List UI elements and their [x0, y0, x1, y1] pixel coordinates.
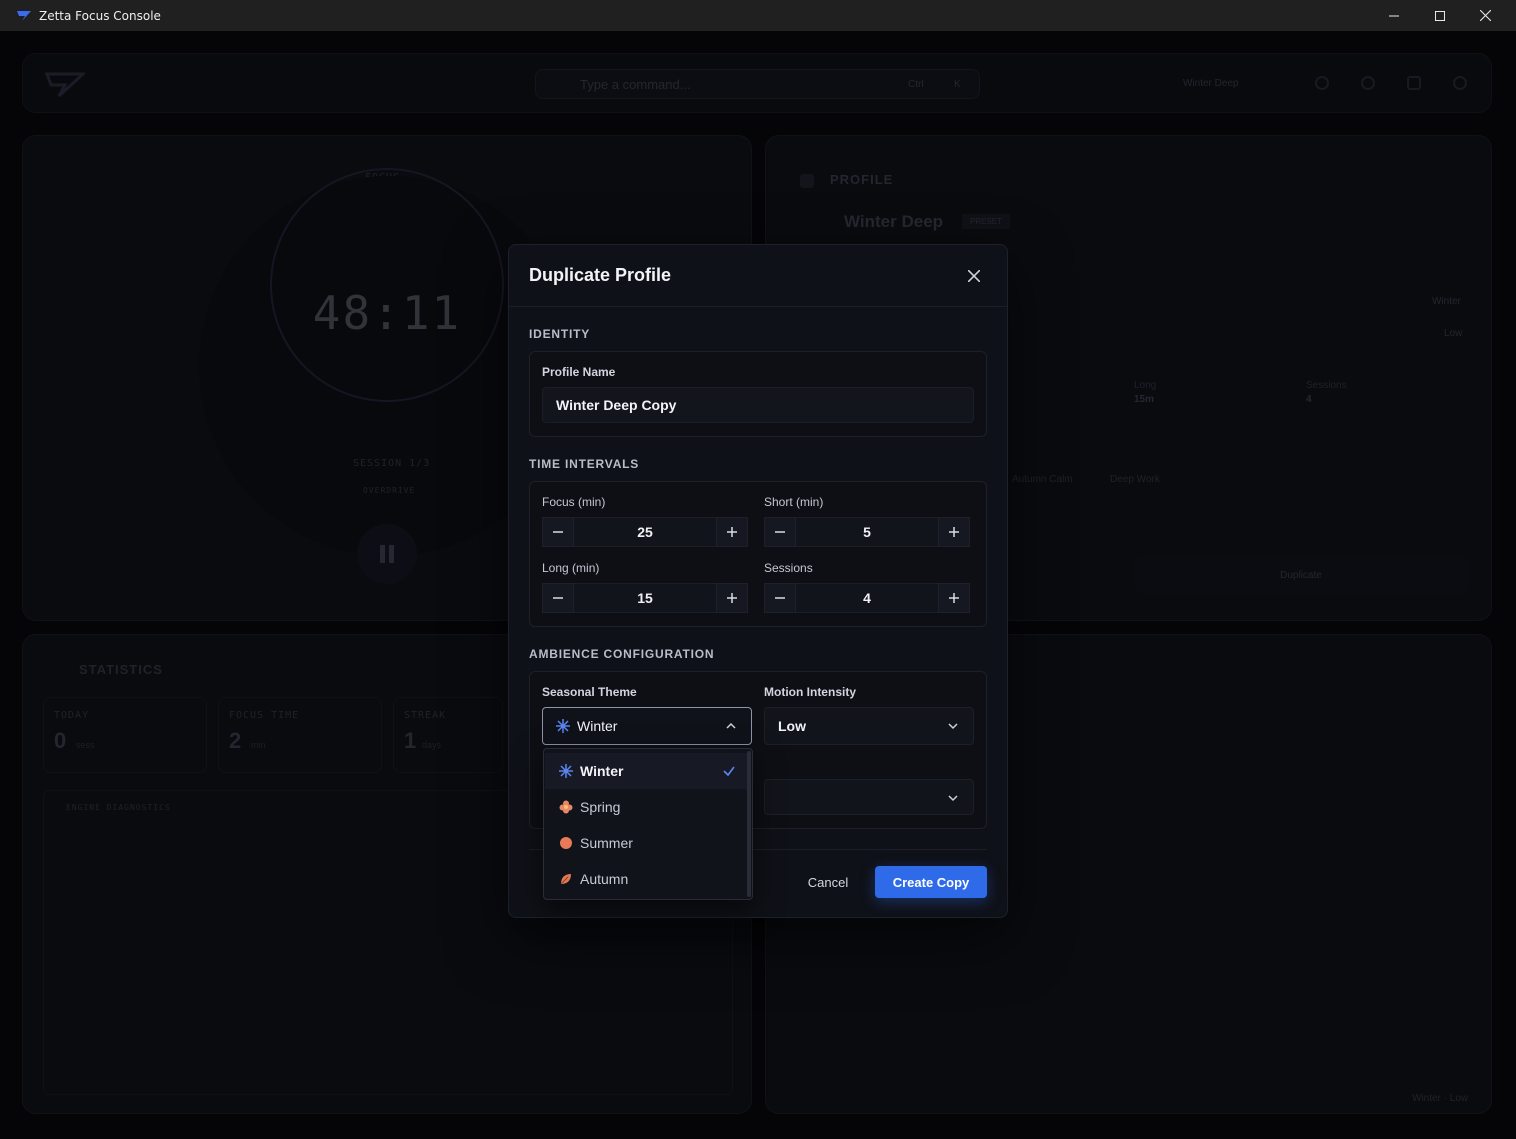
- theme-option-autumn[interactable]: Autumn: [545, 861, 747, 897]
- snowflake-icon: [559, 764, 573, 778]
- focus-stepper: 25: [542, 517, 748, 547]
- maximize-icon: [1435, 10, 1445, 21]
- long-increment-button[interactable]: [716, 583, 748, 613]
- theme-option-autumn-label: Autumn: [580, 871, 629, 887]
- chevron-down-icon: [948, 723, 958, 730]
- seasonal-theme-value: Winter: [577, 718, 618, 734]
- profile-name-input[interactable]: Winter Deep Copy: [542, 387, 974, 423]
- seasonal-theme-dropdown: Winter Spring Summer Autumn: [543, 748, 753, 900]
- theme-option-summer-label: Summer: [580, 835, 633, 851]
- motion-intensity-value: Low: [778, 718, 806, 734]
- close-icon: [1479, 10, 1491, 21]
- long-decrement-button[interactable]: [542, 583, 574, 613]
- focus-label: Focus (min): [542, 495, 606, 509]
- sessions-stepper: 4: [764, 583, 970, 613]
- minimize-button[interactable]: [1371, 0, 1417, 31]
- maximize-button[interactable]: [1417, 0, 1463, 31]
- motion-intensity-label: Motion Intensity: [764, 685, 856, 699]
- chevron-up-icon: [726, 722, 736, 729]
- sessions-label: Sessions: [764, 561, 813, 575]
- short-value[interactable]: 5: [796, 517, 938, 547]
- seasonal-theme-label: Seasonal Theme: [542, 685, 637, 699]
- close-icon: [968, 270, 980, 282]
- check-icon: [723, 766, 735, 777]
- theme-option-spring-label: Spring: [580, 799, 621, 815]
- plus-icon: [727, 593, 737, 603]
- sessions-decrement-button[interactable]: [764, 583, 796, 613]
- identity-section-label: IDENTITY: [529, 327, 591, 341]
- plus-icon: [727, 527, 737, 537]
- theme-option-winter-label: Winter: [580, 763, 624, 779]
- minus-icon: [553, 597, 563, 599]
- long-value[interactable]: 15: [574, 583, 716, 613]
- theme-option-summer[interactable]: Summer: [545, 825, 747, 861]
- short-decrement-button[interactable]: [764, 517, 796, 547]
- sessions-increment-button[interactable]: [938, 583, 970, 613]
- close-window-button[interactable]: [1462, 0, 1508, 31]
- focus-decrement-button[interactable]: [542, 517, 574, 547]
- cancel-button[interactable]: Cancel: [795, 866, 861, 898]
- dropdown-scrollbar[interactable]: [747, 751, 751, 897]
- minimize-icon: [1389, 15, 1399, 16]
- create-copy-button[interactable]: Create Copy: [875, 866, 987, 898]
- window-title: Zetta Focus Console: [39, 8, 161, 23]
- chevron-down-icon: [948, 795, 958, 802]
- snowflake-icon: [556, 719, 570, 733]
- focus-increment-button[interactable]: [716, 517, 748, 547]
- minus-icon: [553, 531, 563, 533]
- theme-option-winter[interactable]: Winter: [545, 753, 747, 789]
- short-stepper: 5: [764, 517, 970, 547]
- intervals-section-label: TIME INTERVALS: [529, 457, 640, 471]
- profile-name-label: Profile Name: [542, 365, 616, 379]
- flower-icon: [559, 800, 573, 814]
- intervals-card: Focus (min) 25 Short (min) 5 Long (min): [529, 481, 987, 627]
- app-logo-icon: [17, 10, 31, 21]
- dialog-title: Duplicate Profile: [529, 265, 672, 285]
- ambient-sound-select[interactable]: [764, 779, 974, 815]
- leaf-icon: [559, 872, 573, 886]
- theme-option-spring[interactable]: Spring: [545, 789, 747, 825]
- motion-intensity-select[interactable]: Low: [764, 707, 974, 745]
- long-label: Long (min): [542, 561, 600, 575]
- minus-icon: [775, 597, 785, 599]
- window-titlebar: Zetta Focus Console: [0, 0, 1516, 31]
- identity-card: Profile Name Winter Deep Copy: [529, 351, 987, 437]
- seasonal-theme-select[interactable]: Winter: [542, 707, 752, 745]
- ambience-section-label: AMBIENCE CONFIGURATION: [529, 647, 715, 661]
- long-stepper: 15: [542, 583, 748, 613]
- short-label: Short (min): [764, 495, 824, 509]
- sessions-value[interactable]: 4: [796, 583, 938, 613]
- dialog-close-button[interactable]: [963, 265, 985, 287]
- plus-icon: [949, 593, 959, 603]
- duplicate-profile-dialog: Duplicate Profile IDENTITY Profile Name …: [508, 244, 1008, 918]
- focus-value[interactable]: 25: [574, 517, 716, 547]
- plus-icon: [949, 527, 959, 537]
- dialog-header: Duplicate Profile: [509, 245, 1007, 307]
- short-increment-button[interactable]: [938, 517, 970, 547]
- minus-icon: [775, 531, 785, 533]
- sun-icon: [559, 836, 573, 850]
